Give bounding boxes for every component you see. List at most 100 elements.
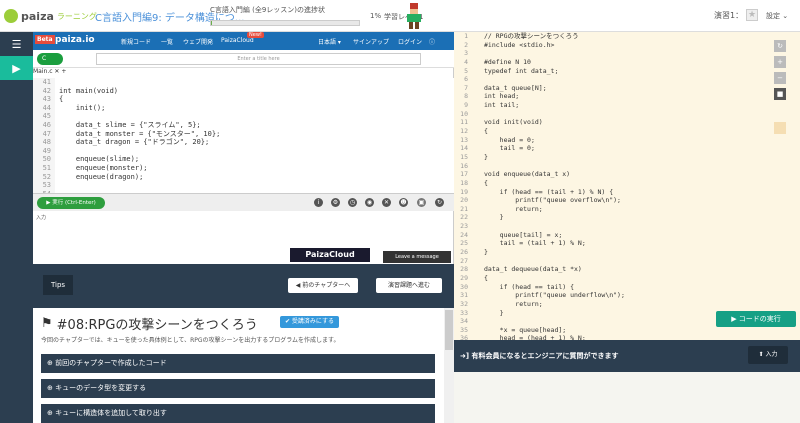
plus-icon: ⊕ [47, 384, 56, 392]
code-line: 49 [33, 147, 220, 156]
run-code-button[interactable]: ▶ コードの実行 [716, 311, 796, 327]
theme-toggle-icon[interactable]: ■ [774, 88, 786, 100]
paiza-logo-icon [4, 9, 18, 23]
code-line: 52 enqueue(dragon); [33, 173, 220, 182]
help-icon[interactable]: ⓘ [429, 37, 435, 46]
code-line: 47 data_t monster = {"モンスター", 10}; [33, 130, 221, 139]
title-input[interactable]: Enter a title here [96, 53, 421, 65]
info-icon[interactable]: i [314, 198, 323, 207]
leave-message-button[interactable]: Leave a message [383, 251, 451, 263]
file-tab[interactable]: Main.c ✕ + [33, 68, 454, 78]
code-line: 14 tail = 0; [454, 144, 625, 153]
nav-list[interactable]: 一覧 [161, 37, 173, 46]
line-text: { [59, 95, 64, 104]
code-line: 16 [454, 162, 625, 171]
line-number: 51 [42, 163, 51, 172]
tips-button[interactable]: Tips [43, 275, 73, 295]
ide-header: Beta paiza.io 新規コード 一覧 ウェブ開発 PaizaCloud … [33, 32, 454, 50]
line-number: 30 [460, 282, 468, 291]
line-text: tail = (tail + 1) % N; [484, 239, 586, 248]
line-number: 13 [460, 135, 468, 144]
zoom-out-icon[interactable]: − [774, 72, 786, 84]
user-label: 演習1： [714, 10, 744, 20]
paiza-io-logo[interactable]: paiza.io [55, 35, 95, 45]
nav-paizacloud[interactable]: PaizaCloud [221, 37, 254, 44]
refresh-icon[interactable]: ↻ [435, 198, 444, 207]
zoom-in-icon[interactable]: + [774, 56, 786, 68]
users-icon[interactable]: ☻ [399, 198, 408, 207]
code-line: 20 printf("queue overflow\n"); [454, 196, 625, 205]
line-number: 29 [460, 273, 468, 282]
settings-menu[interactable]: 設定 ⌄ [766, 11, 788, 21]
exercise-editor[interactable]: 1 // RPGの攻撃シーンをつくろう 2 #include <stdio.h> 3 4 #… [454, 32, 766, 340]
github-icon[interactable]: ◉ [365, 198, 374, 207]
code-line: 6 [454, 75, 625, 84]
run-button[interactable]: ▶ 実行 (Ctrl-Enter) [37, 197, 105, 209]
video-icon[interactable]: ▶ [0, 56, 33, 80]
accordion-add-struct[interactable]: ⊕ キューに構造体を追加して取り出す [41, 404, 435, 423]
line-number: 44 [42, 103, 51, 112]
code-line: 10 [454, 110, 625, 119]
line-number: 3 [464, 49, 468, 58]
top-bar: paiza ラーニング C言語入門編9: データ構造につ... C言語入門編 (… [0, 0, 800, 32]
premium-link[interactable]: ➜] 有料会員になるとエンジニアに質問ができます [460, 351, 619, 361]
progress-block: C言語入門編 (全9レッスン)の進捗状 [210, 5, 360, 26]
next-exercise-button[interactable]: 演習課題へ進む [376, 278, 442, 293]
line-number: 22 [460, 213, 468, 222]
accordion-change-type[interactable]: ⊕ キューのデータ型を変更する [41, 379, 435, 398]
scrollbar-thumb[interactable] [445, 310, 453, 350]
progress-percent: 1% [370, 12, 382, 20]
progress-bar [210, 20, 360, 26]
line-text: tail = 0; [484, 144, 535, 153]
menu-icon[interactable]: ☰ [0, 32, 33, 56]
nav-web-dev[interactable]: ウェブ開発 [183, 37, 213, 46]
line-text: return; [484, 299, 543, 308]
prev-chapter-button[interactable]: ◀ 前のチャプターへ [288, 278, 358, 293]
beta-badge: Beta [35, 35, 55, 44]
line-text: printf("queue underflow\n"); [484, 291, 625, 300]
code-line: 50 enqueue(slime); [33, 155, 220, 164]
run-bar: ▶ 実行 (Ctrl-Enter) i ⚙ ◷ ◉ ✕ ☻ ▣ ↻ [33, 193, 454, 211]
line-text: queue[tail] = x; [484, 230, 563, 239]
close-icon[interactable]: ✕ [382, 198, 391, 207]
gear-icon[interactable]: ⚙ [331, 198, 340, 207]
code-line: 27 [454, 257, 625, 266]
refresh-icon[interactable]: ↻ [774, 40, 786, 52]
paizacloud-ad[interactable]: PaizaCloud [290, 248, 370, 262]
line-number: 45 [42, 112, 51, 121]
code-line: 46 data_t slime = {"スライム", 5}; [33, 121, 220, 130]
logo-subtext: ラーニング [56, 11, 97, 21]
clock-icon[interactable]: ◷ [348, 198, 357, 207]
nav-signup[interactable]: サインアップ [353, 37, 389, 46]
line-text: int tail; [484, 101, 520, 110]
line-text: { [484, 273, 488, 282]
line-text: int head; [484, 92, 520, 101]
code-line: 4 #define N 10 [454, 58, 625, 67]
code-line: 17 void enqueue(data_t x) [454, 170, 625, 179]
paiza-logo[interactable]: paiza ラーニング [4, 7, 97, 25]
code-editor[interactable]: 41 42 int main(void) 43{44 init(); 45 46 data… [33, 78, 454, 193]
code-line: 34 [454, 317, 625, 326]
input-button[interactable]: ⬆ 入力 [748, 346, 788, 364]
accordion-previous-code[interactable]: ⊕ 前回のチャプターで作成したコード [41, 354, 435, 373]
marker-icon [774, 122, 786, 134]
language-menu[interactable]: 日本語 ▾ [318, 37, 341, 46]
nav-new-code[interactable]: 新規コード [121, 37, 151, 46]
mark-done-button[interactable]: ✔ 受講済みにする [280, 316, 339, 328]
left-nav: ☰ ▶ [0, 32, 33, 423]
lesson-scrollbar[interactable] [444, 308, 454, 423]
line-number: 5 [464, 66, 468, 75]
nav-login[interactable]: ログイン [398, 37, 422, 46]
line-number: 42 [42, 86, 51, 95]
exercise-code-lines: 1 // RPGの攻撃シーンをつくろう 2 #include <stdio.h> 3 4 #… [454, 32, 625, 340]
language-select[interactable]: C [37, 53, 63, 65]
code-line: 44 init(); [33, 104, 220, 113]
line-number: 2 [464, 40, 468, 49]
lock-icon[interactable]: ▣ [417, 198, 426, 207]
user-menu[interactable]: 演習1： ★ [714, 9, 759, 21]
line-number: 24 [460, 230, 468, 239]
line-text: typedef int data_t; [484, 66, 559, 75]
line-number: 26 [460, 248, 468, 257]
progress-fill [211, 21, 213, 25]
line-number: 28 [460, 265, 468, 274]
